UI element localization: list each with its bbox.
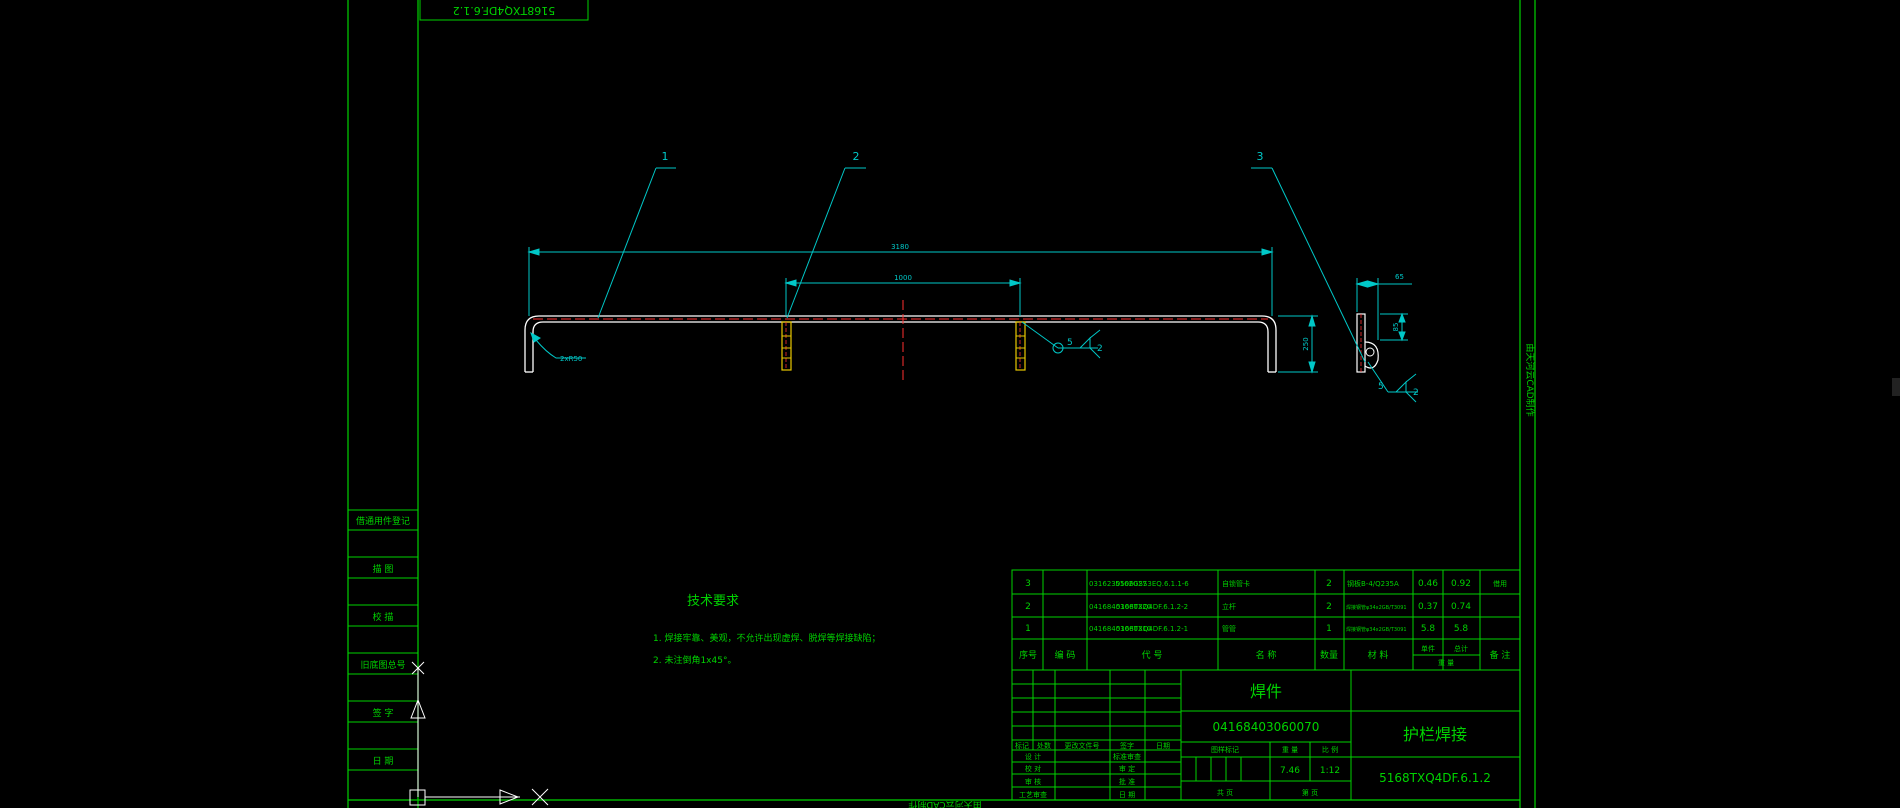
cad-drawing-canvas[interactable]: 5168TXQ4DF.6.1.2 由天河云CAD制作 由天河云CAD制作 借通用… [0, 0, 1900, 808]
title-scale: 1:12 [1320, 766, 1340, 776]
bom-r2-material: 焊接钢管φ34x2GB/T3091 [1346, 626, 1407, 633]
bom-h-designation: 代 号 [1142, 650, 1163, 661]
left-label-1: 描 图 [373, 563, 394, 575]
left-label-2: 校 描 [373, 611, 394, 623]
bom-r2-name: 管管 [1222, 624, 1236, 633]
bom-r1-qty: 2 [1326, 602, 1332, 612]
bom-r2-designation: 5168TXQ4DF.6.1.2-1 [1116, 625, 1188, 633]
bom-r1-material: 焊接钢管φ34x2GB/T3091 [1346, 604, 1407, 611]
rev-label-date: 日期 [1156, 742, 1170, 750]
weld-2-size: 5 [1378, 382, 1384, 392]
bom-h-note: 备 注 [1490, 649, 1511, 661]
balloon-2: 2 [853, 150, 860, 163]
dim-side-width: 65 [1395, 273, 1404, 281]
rev-label-count: 处数 [1037, 741, 1051, 750]
title-part-type: 焊件 [1250, 682, 1282, 701]
role-approve-2: 批 准 [1119, 777, 1135, 786]
bom-h-material: 材 料 [1368, 649, 1389, 661]
side-view [1356, 313, 1379, 373]
weld-2-count: 2 [1413, 388, 1419, 398]
bom-r0-total: 0.92 [1451, 579, 1471, 589]
dimension-lines [527, 167, 1418, 403]
weld-1-count: 2 [1097, 344, 1103, 354]
dim-overall: 3180 [891, 243, 909, 251]
left-label-0: 借通用件登记 [356, 515, 410, 527]
dim-middle: 1000 [894, 274, 912, 282]
rail-assembly [524, 300, 1277, 380]
title-code: 04168403060070 [1213, 720, 1320, 734]
tech-req-item-2: 2. 未注倒角1x45°。 [653, 654, 736, 666]
bom-r1-designation: 5168TXQ4DF.6.1.2-2 [1116, 603, 1188, 611]
bom-r1-name: 立杆 [1222, 602, 1236, 611]
left-label-3: 旧底图总号 [360, 659, 405, 671]
role-check: 校 对 [1025, 764, 1041, 773]
bom-h-qty: 数量 [1320, 649, 1338, 661]
rev-label-mark: 标记 [1015, 741, 1029, 750]
bom-r0-no: 3 [1025, 579, 1031, 589]
bom-r1-total: 0.74 [1451, 602, 1471, 612]
bom-h-weight: 重 量 [1438, 659, 1454, 667]
bom-h-code: 编 码 [1055, 649, 1076, 661]
ucs-icon [409, 661, 549, 806]
bom-r2-total: 5.8 [1454, 624, 1469, 634]
bom-h-total: 总计 [1454, 644, 1468, 653]
tech-req-item-1: 1. 焊接牢靠、美观，不允许出现虚焊、脱焊等焊接缺陷； [653, 632, 880, 644]
bom-h-name: 名 称 [1256, 649, 1277, 661]
tech-req-title: 技术要求 [687, 594, 739, 609]
dim-height: 250 [1302, 337, 1310, 350]
bom-r0-designation: 5162GSS3EQ.6.1.1-6 [1115, 580, 1189, 588]
title-part-name: 护栏焊接 [1403, 725, 1467, 744]
title-scale-label: 比 例 [1322, 745, 1338, 754]
role-review: 审 核 [1025, 777, 1041, 786]
title-weight-label: 重 量 [1282, 746, 1298, 754]
dim-side-height: 85 [1392, 323, 1400, 332]
bom-r2-qty: 1 [1326, 624, 1332, 634]
balloon-3: 3 [1257, 150, 1264, 163]
right-vertical-label: 由天河云CAD制作 [1524, 343, 1536, 416]
bom-h-no: 序号 [1019, 649, 1037, 661]
scrollbar-thumb[interactable] [1892, 378, 1900, 396]
bom-r0-note: 借用 [1493, 579, 1507, 588]
left-label-4: 签 字 [373, 707, 394, 719]
title-sheets-total: 共 页 [1217, 788, 1233, 797]
rev-label-sign: 签字 [1120, 741, 1134, 750]
sheet-frame [347, 0, 1536, 808]
rev-label-docno: 更改文件号 [1065, 741, 1100, 750]
bottom-vertical-label: 由天河云CAD制作 [908, 799, 981, 808]
bom-r1-no: 2 [1025, 602, 1031, 612]
bom-r0-qty: 2 [1326, 579, 1332, 589]
bom-r0-unit: 0.46 [1418, 579, 1438, 589]
bom-r2-no: 1 [1025, 624, 1031, 634]
balloon-1: 1 [662, 150, 669, 163]
bom-table: 3 0316230506027 5162GSS3EQ.6.1.1-6 自锁管卡 … [1011, 569, 1521, 671]
bom-h-unit: 单件 [1421, 644, 1435, 653]
bom-r2-unit: 5.8 [1421, 624, 1436, 634]
top-drawing-number: 5168TXQ4DF.6.1.2 [453, 4, 555, 17]
bom-r0-name: 自锁管卡 [1222, 579, 1250, 588]
title-stage-label: 图样标记 [1211, 745, 1239, 754]
title-weight: 7.46 [1280, 766, 1300, 776]
dim-bend-radius: 2xR50 [560, 355, 582, 363]
bom-r1-unit: 0.37 [1418, 602, 1438, 612]
left-label-column: 借通用件登记 描 图 校 描 旧底图总号 签 字 日 期 [348, 509, 418, 771]
title-drawing-number: 5168TXQ4DF.6.1.2 [1379, 771, 1491, 785]
role-approve-1: 审 定 [1119, 764, 1135, 773]
bom-r0-material: 钢板B-4/Q235A [1347, 579, 1399, 588]
role-design: 设 计 [1025, 752, 1041, 761]
title-sheet: 第 页 [1302, 788, 1318, 797]
weld-1-size: 5 [1067, 338, 1073, 348]
left-label-5: 日 期 [373, 756, 394, 767]
role-standard: 标准审查 [1113, 752, 1141, 761]
title-block: 标记 处数 更改文件号 签字 日期 设 计 校 对 审 核 工艺审查 标准审查 … [1011, 669, 1521, 801]
role-date: 日 期 [1119, 791, 1135, 799]
role-process: 工艺审查 [1019, 790, 1047, 799]
